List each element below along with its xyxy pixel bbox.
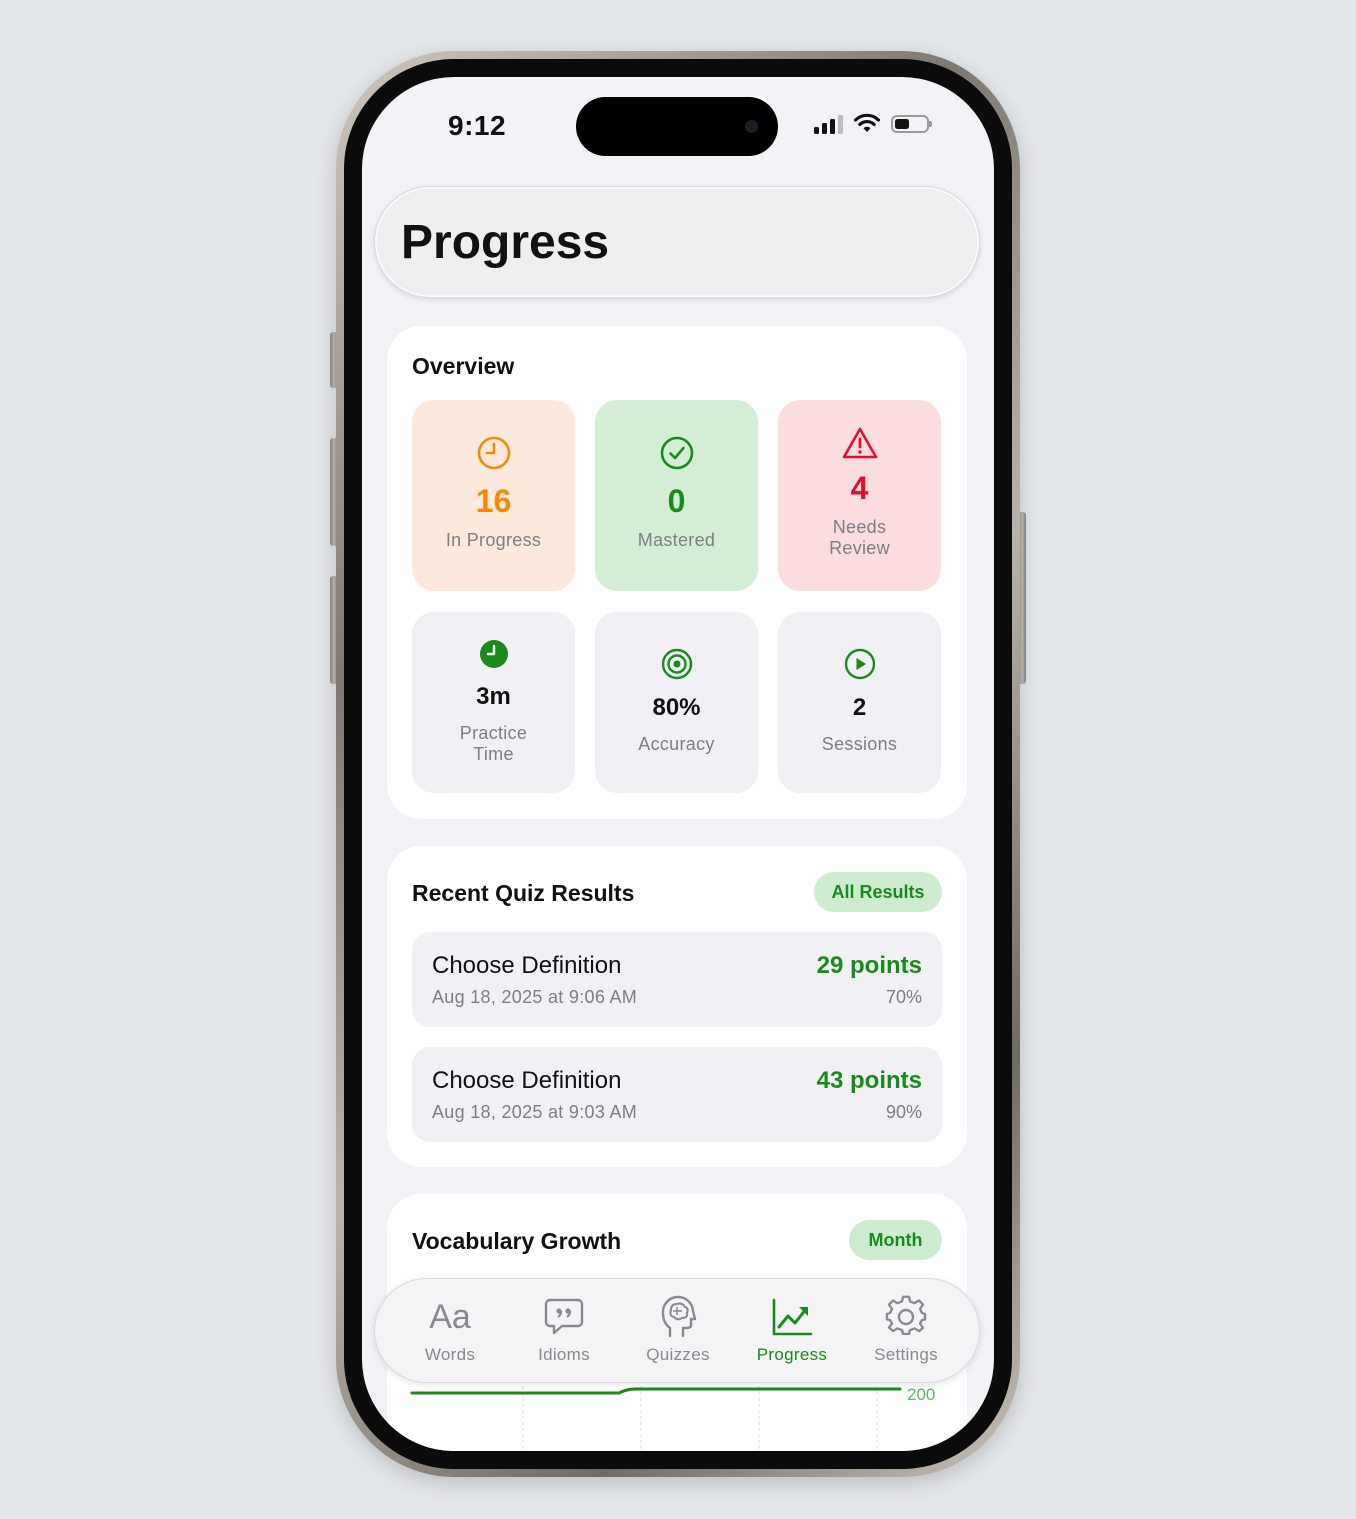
quiz-date: Aug 18, 2025 at 9:03 AM [432, 1102, 638, 1122]
stat-sessions[interactable]: 2 Sessions [778, 612, 941, 793]
quiz-result-row[interactable]: Choose Definition Aug 18, 2025 at 9:06 A… [412, 932, 942, 1027]
stat-in-progress[interactable]: 16 In Progress [412, 400, 575, 591]
checkmark-circle-icon [660, 436, 693, 470]
stat-label: Mastered [637, 530, 716, 550]
recent-quiz-results-card: Recent Quiz Results All Results Choose D… [387, 846, 967, 1167]
play-circle-icon [844, 648, 875, 680]
gear-icon [885, 1295, 927, 1336]
vocabulary-growth-title: Vocabulary Growth [412, 1228, 622, 1254]
tab-label: Settings [874, 1345, 938, 1364]
battery-icon [891, 114, 932, 133]
tab-progress[interactable]: Progress [737, 1295, 847, 1365]
signal-icon [814, 114, 843, 134]
brain-head-icon [661, 1295, 697, 1338]
text-aa-icon: Aa [429, 1298, 471, 1336]
quiz-points: 29 points [816, 952, 922, 979]
status-indicators [814, 113, 932, 134]
screen: 9:12 Progress Overview 16 In Progress 0 … [362, 77, 994, 1451]
growth-series-line [410, 1387, 902, 1395]
stat-value: 2 [852, 694, 867, 721]
tab-label: Progress [756, 1345, 828, 1364]
stat-value: 4 [850, 470, 869, 506]
quiz-percent: 90% [885, 1102, 922, 1122]
stat-mastered[interactable]: 0 Mastered [595, 400, 758, 591]
overview-card: Overview 16 In Progress 0 Mastered 4 Nee… [387, 326, 967, 819]
tab-label: Idioms [538, 1345, 590, 1364]
all-results-button[interactable]: All Results [814, 872, 942, 912]
tab-bar: Aa Words Idioms Quizzes Progress Setting… [374, 1278, 980, 1383]
period-selector-button[interactable]: Month [849, 1220, 942, 1260]
stat-accuracy[interactable]: 80% Accuracy [595, 612, 758, 793]
quiz-points: 43 points [816, 1067, 922, 1094]
tab-quizzes[interactable]: Quizzes [623, 1295, 733, 1365]
stat-label: In Progress [445, 530, 542, 550]
quiz-name: Choose Definition [432, 1067, 622, 1094]
overview-title: Overview [412, 353, 515, 379]
navigation-header: Progress [374, 186, 980, 298]
warning-triangle-icon [842, 427, 877, 459]
stat-label: Sessions [821, 734, 898, 754]
stat-label: Practice Time [459, 723, 528, 764]
quote-bubble-icon [544, 1298, 584, 1335]
stat-label: Needs Review [829, 517, 890, 558]
stat-value: 80% [652, 694, 701, 721]
clock-filled-icon [479, 640, 508, 668]
tab-label: Quizzes [646, 1345, 710, 1364]
y-tick-label: 200 [907, 1385, 935, 1404]
chart-line-up-icon [772, 1298, 813, 1336]
dynamic-island [576, 97, 778, 156]
vocabulary-growth-chart: 200 [410, 1374, 935, 1451]
quiz-result-row[interactable]: Choose Definition Aug 18, 2025 at 9:03 A… [412, 1047, 942, 1142]
clock-icon [477, 436, 510, 470]
stat-practice-time[interactable]: 3m Practice Time [412, 612, 575, 793]
quiz-percent: 70% [885, 987, 922, 1007]
status-time: 9:12 [448, 110, 507, 141]
target-icon [661, 648, 692, 680]
tab-words[interactable]: Aa Words [395, 1295, 505, 1365]
page-title: Progress [401, 216, 610, 269]
tab-idioms[interactable]: Idioms [509, 1295, 619, 1365]
quiz-name: Choose Definition [432, 952, 622, 979]
stat-label: Accuracy [638, 734, 715, 754]
stat-needs-review[interactable]: 4 Needs Review [778, 400, 941, 591]
tab-label: Words [424, 1345, 476, 1364]
wifi-icon [853, 113, 881, 132]
recent-quiz-results-title: Recent Quiz Results [412, 880, 635, 906]
stat-value: 3m [476, 683, 511, 710]
tab-settings[interactable]: Settings [851, 1295, 961, 1365]
stat-value: 16 [475, 483, 512, 519]
quiz-date: Aug 18, 2025 at 9:06 AM [432, 987, 638, 1007]
stat-value: 0 [667, 483, 686, 519]
